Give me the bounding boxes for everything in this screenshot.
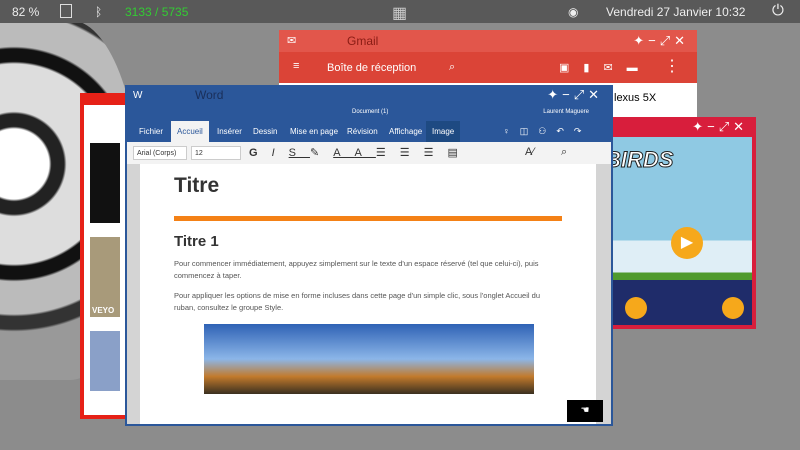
touch-mode-icon[interactable]: ☚ xyxy=(567,400,603,422)
more-icon[interactable]: ⋮ xyxy=(664,56,680,76)
battery-level: 82 % xyxy=(12,5,40,19)
video-thumbnail[interactable]: VEYO xyxy=(90,237,120,317)
styles-icon[interactable]: A⁄ xyxy=(525,146,534,158)
tab-revision[interactable]: Révision xyxy=(341,121,384,142)
mail-snippet[interactable]: lexus 5X xyxy=(614,92,656,104)
paragraph[interactable]: Pour appliquer les options de mise en fo… xyxy=(174,290,562,314)
tab-inserer[interactable]: Insérer xyxy=(211,121,248,142)
tab-mise-en-page[interactable]: Mise en page xyxy=(284,121,344,142)
ribbon-icons[interactable]: ♀◫⚇↶↷ xyxy=(497,121,597,142)
heading-title[interactable]: Titre xyxy=(174,174,562,198)
window-title: Gmail xyxy=(347,34,379,48)
datetime: Vendredi 27 Janvier 10:32 xyxy=(606,5,746,19)
inserted-image[interactable] xyxy=(204,324,534,394)
word-window[interactable]: W Word ✦−⤢✕ Document (1) Laurent Maguere… xyxy=(125,85,613,426)
window-controls[interactable]: ✦−⤢✕ xyxy=(692,119,748,135)
ribbon-tabs: Fichier Accueil Insérer Dessin Mise en p… xyxy=(127,121,611,142)
shop-button[interactable] xyxy=(625,297,647,319)
accent-rule xyxy=(174,216,562,221)
cloud-button[interactable] xyxy=(722,297,744,319)
document-title: Document (1) xyxy=(352,109,389,115)
status-bar: 82 % ᛒ 3133 / 5735 ▦ ◉ Vendredi 27 Janvi… xyxy=(0,0,800,23)
search-icon[interactable]: ⌕ xyxy=(449,61,455,74)
inbox-label: Boîte de réception xyxy=(327,62,417,74)
thumbnail-label: VEYO xyxy=(92,306,115,315)
power-icon[interactable]: ⏻ xyxy=(772,2,784,19)
memory-counter: 3133 / 5735 xyxy=(125,5,189,19)
font-select[interactable]: Arial (Corps) xyxy=(133,146,187,160)
font-size-select[interactable]: 12 xyxy=(191,146,241,160)
user-name[interactable]: Laurent Maguere xyxy=(543,109,589,115)
angry-birds-window[interactable]: ✦−⤢✕ BIRDS ▶ xyxy=(597,117,756,329)
youtube-window[interactable]: Accueil VEYO xyxy=(80,93,130,419)
ribbon-toolbar: Arial (Corps) 12 GIS✎AA☰☰☰▤ A⁄ ⌕ xyxy=(127,142,611,164)
paragraph[interactable]: Pour commencer immédiatement, appuyez si… xyxy=(174,258,562,282)
heading-1[interactable]: Titre 1 xyxy=(174,233,562,250)
tab-fichier[interactable]: Fichier xyxy=(133,121,169,142)
tab-home[interactable]: Accueil xyxy=(86,123,115,133)
format-buttons[interactable]: GIS✎AA☰☰☰▤ xyxy=(249,146,472,159)
apps-grid-icon[interactable]: ▦ xyxy=(392,3,407,23)
document-area: Titre Titre 1 Pour commencer immédiateme… xyxy=(127,164,611,424)
menu-icon[interactable]: ≡ xyxy=(293,60,299,72)
tab-dessin[interactable]: Dessin xyxy=(247,121,283,142)
game-logo: BIRDS xyxy=(604,147,674,173)
video-thumbnail[interactable] xyxy=(90,143,120,223)
document-page[interactable]: Titre Titre 1 Pour commencer immédiateme… xyxy=(140,164,596,424)
search-icon[interactable]: ⌕ xyxy=(561,146,567,159)
bluetooth-icon[interactable]: ᛒ xyxy=(95,5,102,19)
video-thumbnail[interactable] xyxy=(90,331,120,391)
screen-icon[interactable] xyxy=(60,4,72,18)
tab-accueil[interactable]: Accueil xyxy=(171,121,209,142)
window-title: Word xyxy=(195,88,224,102)
tab-affichage[interactable]: Affichage xyxy=(383,121,428,142)
mail-icon: ✉ xyxy=(287,35,297,47)
tab-image[interactable]: Image xyxy=(426,121,461,142)
wifi-icon[interactable]: ◉ xyxy=(568,5,578,19)
window-controls[interactable]: ✦−⤢✕ xyxy=(547,87,603,103)
action-icons[interactable]: ▣▮✉▬ xyxy=(559,61,652,74)
play-button[interactable]: ▶ xyxy=(671,227,703,259)
word-icon: W xyxy=(133,90,143,101)
window-controls[interactable]: ✦−⤢✕ xyxy=(633,33,689,49)
